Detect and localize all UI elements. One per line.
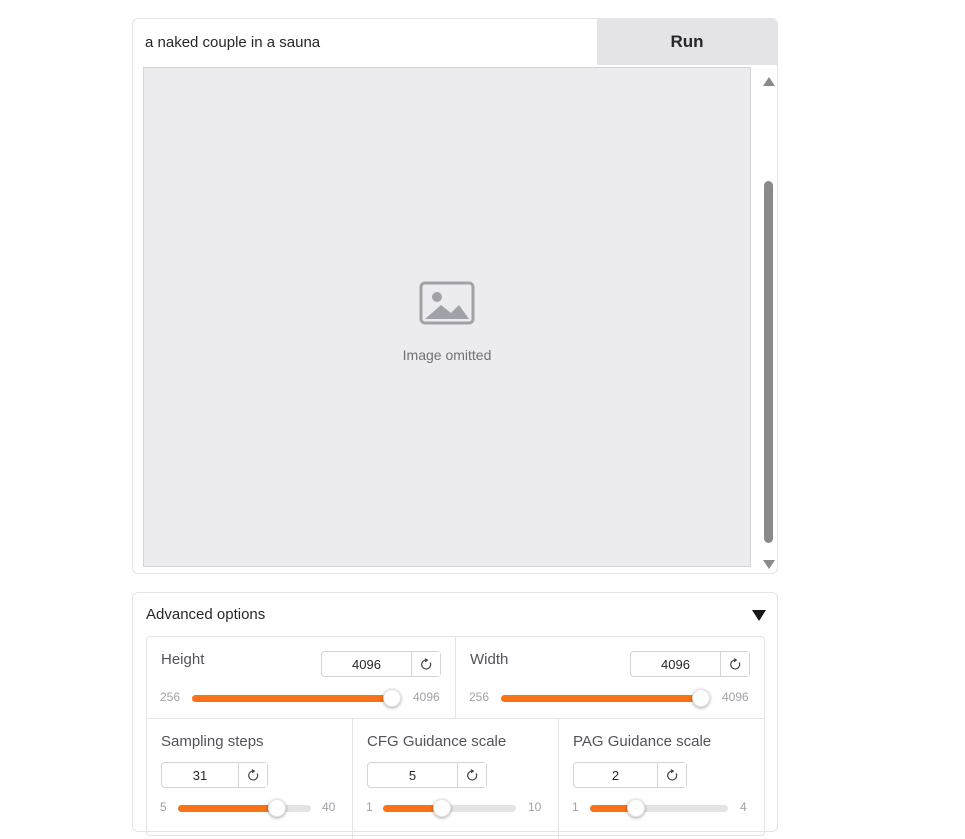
width-slider-thumb[interactable] bbox=[692, 689, 710, 707]
pag-scale-slider-thumb[interactable] bbox=[626, 799, 645, 817]
sampling-steps-label: Sampling steps bbox=[161, 733, 264, 750]
output-scrollbar[interactable] bbox=[761, 75, 775, 571]
scroll-up-icon[interactable] bbox=[763, 77, 775, 86]
height-label: Height bbox=[161, 651, 205, 668]
width-number bbox=[630, 651, 750, 677]
generation-panel: Run Image omitted bbox=[132, 18, 778, 574]
pag-scale-number bbox=[573, 762, 687, 788]
width-slider-fill bbox=[501, 695, 701, 702]
cfg-scale-input[interactable] bbox=[368, 763, 457, 787]
height-slider[interactable] bbox=[192, 689, 401, 707]
pag-scale-label: PAG Guidance scale bbox=[573, 733, 712, 750]
cfg-scale-max: 10 bbox=[528, 800, 542, 814]
pag-scale-max: 4 bbox=[740, 800, 747, 814]
pag-scale-reset-button[interactable] bbox=[657, 763, 686, 787]
height-reset-button[interactable] bbox=[411, 652, 440, 676]
height-control: Height 256 4096 bbox=[147, 637, 456, 719]
sampling-steps-max: 40 bbox=[322, 800, 336, 814]
image-output: Image omitted bbox=[143, 67, 751, 567]
width-slider[interactable] bbox=[501, 689, 710, 707]
reset-icon bbox=[466, 768, 477, 780]
advanced-options-header[interactable]: Advanced options bbox=[133, 593, 777, 637]
cfg-scale-reset-button[interactable] bbox=[457, 763, 486, 787]
caret-down-icon[interactable] bbox=[752, 610, 766, 621]
height-input[interactable] bbox=[322, 652, 411, 676]
sampling-steps-number bbox=[161, 762, 268, 788]
height-min: 256 bbox=[160, 690, 181, 704]
pag-scale-min: 1 bbox=[572, 800, 579, 814]
sampling-steps-min: 5 bbox=[160, 800, 167, 814]
image-note: Image omitted bbox=[402, 347, 492, 363]
scroll-thumb[interactable] bbox=[764, 181, 773, 543]
cfg-scale-number bbox=[367, 762, 487, 788]
cfg-scale-control: CFG Guidance scale 1 10 bbox=[353, 719, 559, 839]
reset-icon bbox=[666, 768, 677, 780]
height-max: 4096 bbox=[413, 690, 440, 704]
reset-icon bbox=[729, 657, 740, 669]
cfg-scale-min: 1 bbox=[366, 800, 373, 814]
run-button[interactable]: Run bbox=[597, 19, 777, 65]
height-slider-fill bbox=[192, 695, 392, 702]
sampling-steps-slider-fill bbox=[178, 805, 277, 812]
pag-scale-slider[interactable] bbox=[590, 799, 728, 817]
scroll-down-icon[interactable] bbox=[763, 560, 775, 569]
advanced-options-title: Advanced options bbox=[146, 606, 266, 623]
width-reset-button[interactable] bbox=[720, 652, 749, 676]
pag-scale-input[interactable] bbox=[574, 763, 657, 787]
prompt-row: Run bbox=[133, 19, 777, 65]
sampling-steps-reset-button[interactable] bbox=[238, 763, 267, 787]
cfg-scale-slider-thumb[interactable] bbox=[433, 799, 452, 817]
sampling-steps-input[interactable] bbox=[162, 763, 238, 787]
width-input[interactable] bbox=[631, 652, 720, 676]
prompt-input[interactable] bbox=[133, 19, 597, 65]
options-grid: Height 256 4096 Width 256 bbox=[146, 636, 765, 839]
advanced-options-panel: Advanced options Height 256 4096 Width bbox=[132, 592, 778, 839]
height-slider-thumb[interactable] bbox=[383, 689, 401, 707]
image-icon bbox=[419, 281, 475, 325]
reset-icon bbox=[420, 657, 431, 669]
width-label: Width bbox=[470, 651, 509, 668]
height-number bbox=[321, 651, 441, 677]
pag-scale-control: PAG Guidance scale 1 4 bbox=[559, 719, 764, 839]
width-control: Width 256 4096 bbox=[456, 637, 764, 719]
width-min: 256 bbox=[469, 690, 490, 704]
reset-icon bbox=[247, 768, 258, 780]
cfg-scale-slider[interactable] bbox=[383, 799, 516, 817]
sampling-steps-slider-thumb[interactable] bbox=[267, 799, 286, 817]
width-max: 4096 bbox=[722, 690, 749, 704]
sampling-steps-control: Sampling steps 5 40 bbox=[147, 719, 353, 839]
cfg-scale-label: CFG Guidance scale bbox=[367, 733, 507, 750]
sampling-steps-slider[interactable] bbox=[178, 799, 311, 817]
